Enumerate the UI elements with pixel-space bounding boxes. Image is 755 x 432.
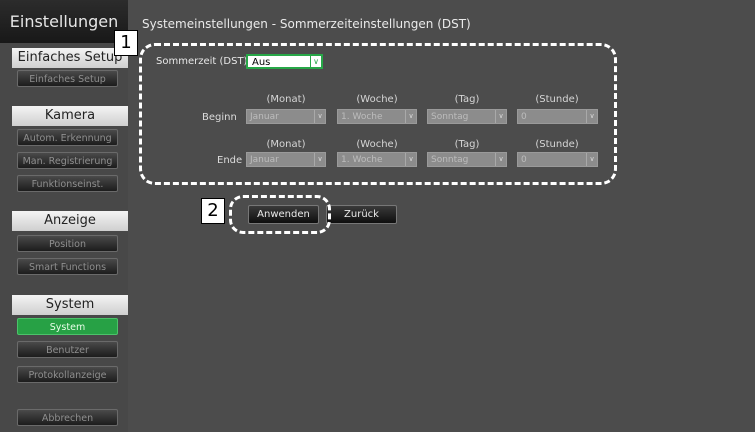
callout-number-2: 2 xyxy=(201,198,225,224)
section-header-kamera: Kamera xyxy=(12,106,128,126)
section-header-system: System xyxy=(12,295,128,315)
sidebar-item-smart-functions[interactable]: Smart Functions xyxy=(17,258,118,275)
sidebar-item-system[interactable]: System xyxy=(17,318,118,335)
section-header-einfaches-setup: Einfaches Setup xyxy=(12,48,128,68)
apply-button-highlight xyxy=(229,195,331,234)
sidebar: Einstellungen Einfaches Setup Einfaches … xyxy=(0,0,128,432)
back-button[interactable]: Zurück xyxy=(326,205,397,224)
page-title: Systemeinstellungen - Sommerzeiteinstell… xyxy=(142,17,471,31)
sidebar-item-funktionseinst[interactable]: Funktionseinst. xyxy=(17,175,118,192)
sidebar-item-einfaches-setup[interactable]: Einfaches Setup xyxy=(17,70,118,87)
sidebar-item-man-registrierung[interactable]: Man. Registrierung xyxy=(17,152,118,169)
callout-number-1: 1 xyxy=(114,30,138,56)
dst-settings-highlight xyxy=(139,43,617,185)
sidebar-item-autom-erkennung[interactable]: Autom. Erkennung xyxy=(17,129,118,146)
sidebar-item-position[interactable]: Position xyxy=(17,235,118,252)
sidebar-item-protokollanzeige[interactable]: Protokollanzeige xyxy=(17,366,118,383)
sidebar-title: Einstellungen xyxy=(0,0,128,43)
section-header-anzeige: Anzeige xyxy=(12,211,128,231)
cancel-button[interactable]: Abbrechen xyxy=(17,409,118,426)
sidebar-item-benutzer[interactable]: Benutzer xyxy=(17,341,118,358)
